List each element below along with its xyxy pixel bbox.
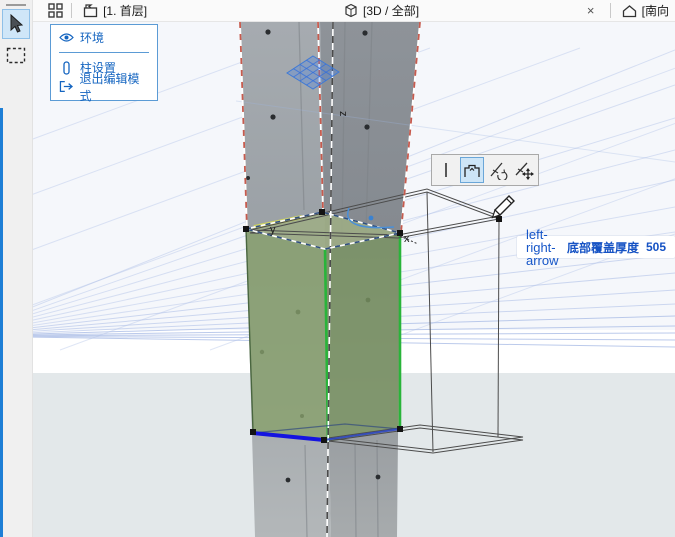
left-right-arrow-icon: left-right-arrow [526,228,560,267]
marquee-icon [6,47,26,64]
app-window: y x z [0,0,675,537]
left-accent-strip [0,108,3,537]
tab-story[interactable]: [1. 首层] [77,0,338,22]
arrow-cursor-icon [7,14,25,34]
pet-stretch-vertical-button[interactable] [434,157,458,183]
eye-icon [59,32,74,43]
tracker-label: 底部覆盖厚度 [567,239,639,256]
tab-elevation[interactable]: [南向 [616,0,675,22]
tracker-input[interactable]: left-right-arrow 底部覆盖厚度 505 [517,236,675,258]
exit-icon [59,80,73,93]
modify-profile-icon [462,161,482,179]
pet-move-button[interactable] [512,157,536,183]
axis-label-x: x [404,233,410,245]
tab-bar: [1. 首层] [3D / 全部] × [南向 [33,0,675,22]
toolbox-sidebar [0,0,33,537]
move-icon [514,161,534,180]
axis-label-z: z [337,111,349,117]
pet-palette [431,154,539,186]
rotate-icon [488,161,508,180]
tab-story-label: [1. 首层] [103,2,147,19]
selection-volume[interactable] [246,212,400,442]
menu-item-environment-label: 环境 [80,29,104,46]
tabbar-separator-2 [610,3,611,18]
elevation-icon [622,4,637,18]
quad-grid-icon [48,3,63,18]
tab-3d-all[interactable]: [3D / 全部] × [338,0,605,22]
axis-label-y: y [270,224,276,236]
tabbar-separator [71,3,72,18]
story-icon [83,4,98,18]
tab-3d-label: [3D / 全部] [363,2,419,19]
menu-item-exit-edit-mode-label: 退出编辑模式 [79,70,149,104]
tracker-value[interactable]: 505 [646,240,666,254]
arrow-select-tool[interactable] [2,9,30,39]
menu-item-environment[interactable]: 环境 [51,28,157,47]
3d-box-icon [344,3,358,18]
pet-modify-profile-button[interactable] [460,157,484,183]
menu-divider [59,52,149,53]
tab-elevation-label: [南向 [642,2,669,19]
edit-context-menu: 环境 柱设置 退出编辑模式 [50,24,158,101]
pet-rotate-button[interactable] [486,157,510,183]
marquee-tool[interactable] [2,40,30,70]
toolbox-drag-handle[interactable] [6,4,26,6]
vertical-line-icon [437,161,455,179]
tab-overview-button[interactable] [45,1,66,21]
menu-item-exit-edit-mode[interactable]: 退出编辑模式 [51,77,157,96]
tab-close-button[interactable]: × [583,3,599,18]
column-icon [59,61,74,75]
